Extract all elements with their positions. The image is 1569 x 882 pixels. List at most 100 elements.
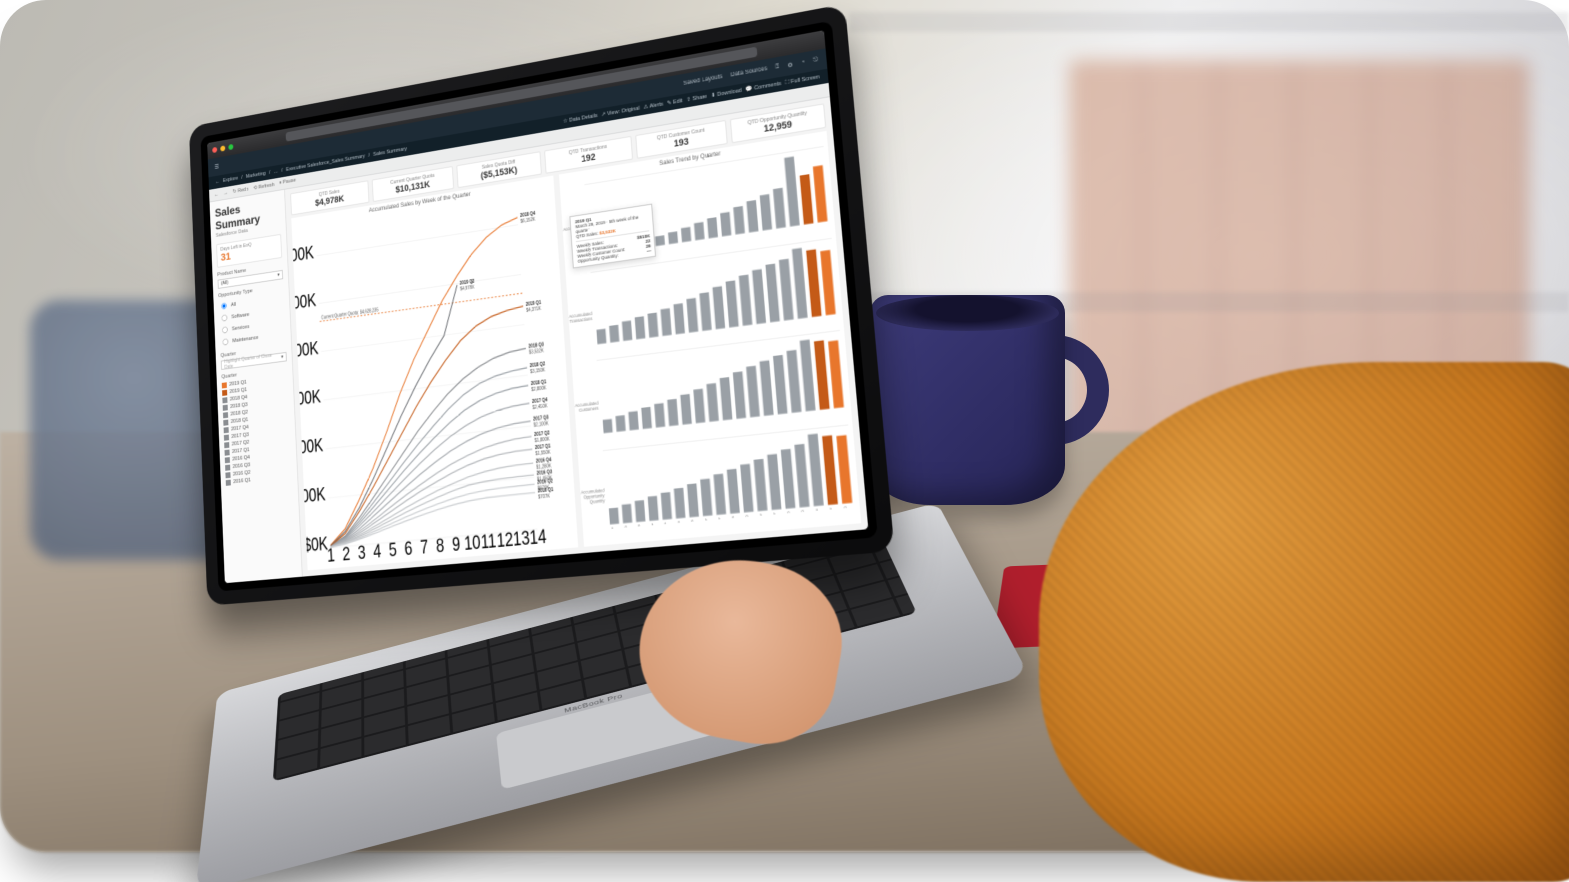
chevron-down-icon: ▾	[277, 272, 279, 278]
chevron-down-icon: ▾	[281, 354, 283, 360]
svg-text:2018 Q1: 2018 Q1	[761, 510, 778, 526]
svg-text:2015 Q2: 2015 Q2	[613, 523, 629, 528]
legend-item[interactable]: 2017 Q4	[224, 419, 290, 434]
device-model-label: MacBook Pro	[205, 597, 991, 809]
refresh-button[interactable]: ⟲ Refresh	[253, 182, 274, 191]
legend-item[interactable]: 2017 Q3	[224, 426, 290, 441]
svg-text:2015 Q3: 2015 Q3	[626, 522, 643, 529]
dashboard-screen: ☰ Saved Layouts Data Sources ⍰ ⚙ ◔ ⎋ ← E…	[207, 30, 868, 583]
legend-item[interactable]: 2016 Q3	[225, 457, 292, 472]
notifications-icon[interactable]: ◔	[801, 59, 805, 66]
radio-services[interactable]: Services	[219, 315, 285, 336]
svg-text:2015 Q4: 2015 Q4	[639, 521, 656, 529]
legend-item[interactable]: 2018 Q3	[223, 396, 289, 412]
help-icon[interactable]: ⍰	[775, 63, 779, 71]
page-title: Sales Summary	[215, 196, 281, 232]
legend-item[interactable]: 2018 Q1	[223, 411, 289, 426]
color-legend: Quarter 2019 Q12019 Q12018 Q42018 Q32018…	[221, 366, 292, 487]
download-button[interactable]: ⬇ Download	[711, 88, 742, 99]
minimize-icon[interactable]	[220, 145, 225, 151]
redo2-button[interactable]: ↻ Redo	[233, 186, 249, 194]
laptop: MacBook Pro ☰ Saved Layouts Data Sources	[150, 60, 970, 780]
data-sources-link[interactable]: Data Sources	[730, 66, 767, 79]
gear-icon[interactable]: ⚙	[787, 61, 793, 69]
edit-button[interactable]: ✎ Edit	[667, 98, 683, 107]
maximize-icon[interactable]	[228, 144, 233, 150]
svg-text:2019 Q1: 2019 Q1	[817, 505, 835, 521]
pause-button[interactable]: ⏸ Pause	[279, 178, 296, 187]
svg-text:9: 9	[452, 534, 461, 556]
crumb-workbook[interactable]: Executive Salesforce_Sales Summary	[286, 154, 365, 173]
legend-item[interactable]: 2016 Q4	[225, 449, 291, 464]
kpi-card: Sales Quota Diff($5,153K)	[456, 151, 542, 188]
filter-quarter-placeholder: Highlight Quarter of Close Date	[224, 352, 281, 371]
user-icon[interactable]: ⎋	[813, 56, 819, 64]
radio-all[interactable]: All	[218, 291, 284, 313]
legend-item[interactable]: 2018 Q4	[222, 389, 288, 405]
crumb-marketing[interactable]: Marketing	[246, 171, 266, 180]
legend-item[interactable]: 2019 Q1	[222, 381, 288, 397]
legend-item[interactable]: 2019 Q1	[222, 374, 288, 390]
svg-text:$4,978K: $4,978K	[460, 284, 475, 291]
legend-item[interactable]: 2017 Q2	[224, 434, 290, 449]
svg-text:2016 Q4: 2016 Q4	[693, 516, 710, 529]
legend-item[interactable]: 2016 Q1	[226, 472, 293, 487]
crumb-current: Sales Summary	[373, 146, 407, 157]
sidebar: Sales Summary Salesforce Data Days Left …	[210, 190, 303, 584]
svg-text:2017 Q4: 2017 Q4	[747, 511, 764, 527]
accumulated-sales-chart[interactable]: Accumulated Sales by Week of the Quarter…	[291, 175, 578, 570]
svg-text:7: 7	[420, 537, 429, 559]
filter-opportunity-type: Opportunity Type All Software Services M…	[218, 284, 286, 349]
svg-text:14: 14	[529, 526, 547, 549]
radio-maintenance[interactable]: Maintenance	[220, 328, 286, 349]
crumb-ellipsis[interactable]: …	[273, 169, 278, 175]
svg-text:4: 4	[373, 541, 382, 563]
filter-quarter-select[interactable]: Highlight Quarter of Close Date ▾	[221, 352, 287, 370]
svg-text:Current Quarter Quota: $4,628,: Current Quarter Quota: $4,628,235	[321, 307, 379, 320]
svg-text:2018 Q3: 2018 Q3	[789, 508, 807, 524]
svg-text:2015 Q1: 2015 Q1	[603, 525, 616, 529]
svg-text:$707K: $707K	[538, 493, 550, 500]
redo-button[interactable]: →	[223, 190, 228, 196]
svg-text:6: 6	[404, 538, 413, 560]
svg-text:0: 0	[597, 429, 600, 435]
svg-text:$6,152K: $6,152K	[520, 216, 535, 224]
radio-software[interactable]: Software	[219, 303, 285, 324]
svg-text:$1,550K: $1,550K	[535, 449, 550, 456]
back-icon[interactable]: ←	[215, 179, 220, 185]
svg-text:2019 Q2: 2019 Q2	[460, 278, 476, 286]
svg-text:$2,100K: $2,100K	[533, 421, 548, 428]
svg-text:0: 0	[604, 520, 607, 526]
legend-item[interactable]: 2016 Q2	[225, 465, 292, 480]
kpi-card: QTD Sales$4,978K	[290, 180, 369, 215]
svg-text:$4,000K: $4,000K	[292, 338, 320, 365]
svg-text:$6,000K: $6,000K	[292, 242, 315, 269]
filter-product-select[interactable]: (All) ▾	[218, 270, 284, 289]
saved-layouts-link[interactable]: Saved Layouts	[683, 74, 723, 87]
share-button[interactable]: ⇪ Share	[686, 94, 707, 104]
legend-item[interactable]: 2018 Q2	[223, 404, 289, 420]
chart-left-title: Accumulated Sales by Week of the Quarter	[291, 175, 554, 229]
svg-text:12: 12	[496, 529, 514, 552]
crumb-explore[interactable]: Explore	[223, 176, 238, 184]
svg-text:3: 3	[357, 542, 366, 564]
sales-trend-chart[interactable]: Sales Trend by Quarter Accumulated Sales…	[559, 131, 861, 547]
close-icon[interactable]	[212, 147, 217, 153]
svg-text:13: 13	[512, 527, 530, 550]
svg-text:$1,000K: $1,000K	[292, 484, 327, 510]
svg-text:10: 10	[464, 532, 482, 555]
undo-button[interactable]: ←	[214, 191, 219, 197]
filter-product-value: (All)	[221, 280, 228, 287]
legend-item[interactable]: 2017 Q1	[224, 442, 290, 457]
alerts-button[interactable]: ⚠ Alerts	[643, 102, 663, 111]
svg-text:$2,450K: $2,450K	[532, 403, 547, 410]
svg-text:$4,371K: $4,371K	[526, 305, 541, 313]
days-left-card: Days Left in EoQ 31	[216, 234, 282, 268]
svg-text:$3,532K: $3,532K	[529, 348, 544, 355]
svg-text:1: 1	[327, 545, 336, 566]
svg-text:2018 Q4: 2018 Q4	[520, 210, 536, 218]
menu-icon[interactable]: ☰	[214, 163, 219, 170]
svg-text:$2,800K: $2,800K	[531, 385, 546, 392]
svg-text:$3,150K: $3,150K	[530, 367, 545, 374]
svg-text:2019 Q2: 2019 Q2	[832, 504, 850, 520]
